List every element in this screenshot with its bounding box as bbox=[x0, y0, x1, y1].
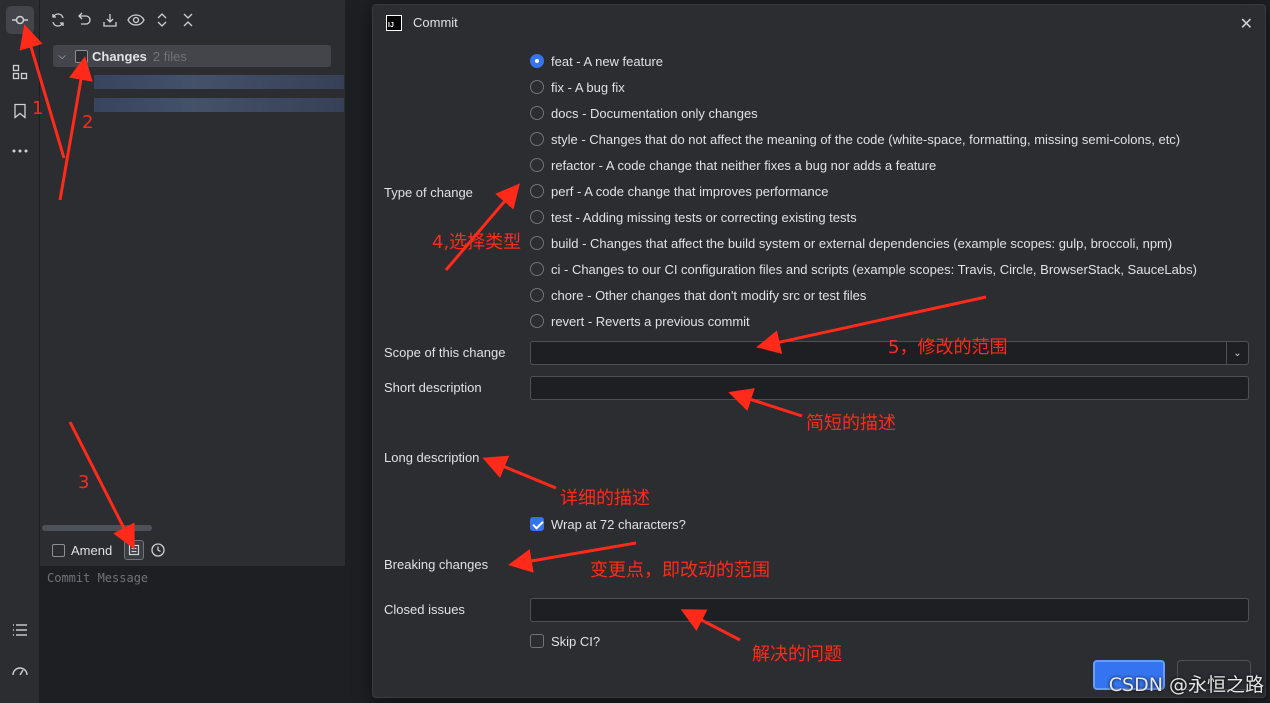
arrow-1 bbox=[19, 24, 66, 159]
annotation-arrows bbox=[19, 24, 987, 642]
arrow-long bbox=[482, 455, 557, 490]
annotation-3: 3 bbox=[78, 472, 90, 493]
arrow-short bbox=[728, 388, 803, 418]
annotation-short: 简短的描述 bbox=[806, 413, 896, 434]
annotation-breaking: 变更点，即改动的范围 bbox=[590, 560, 770, 581]
arrow-closed bbox=[680, 609, 741, 642]
annotation-2: 2 bbox=[82, 112, 94, 133]
annotation-1: 1 bbox=[32, 98, 44, 119]
annotation-scope: 5，修改的范围 bbox=[888, 337, 1008, 358]
arrow-2 bbox=[58, 56, 93, 201]
annotation-closed: 解决的问题 bbox=[752, 644, 842, 665]
annotation-long: 详细的描述 bbox=[560, 488, 650, 509]
watermark: CSDN @永恒之路 bbox=[1108, 674, 1264, 696]
annotation-select-type: 4,选择类型 bbox=[432, 232, 522, 253]
